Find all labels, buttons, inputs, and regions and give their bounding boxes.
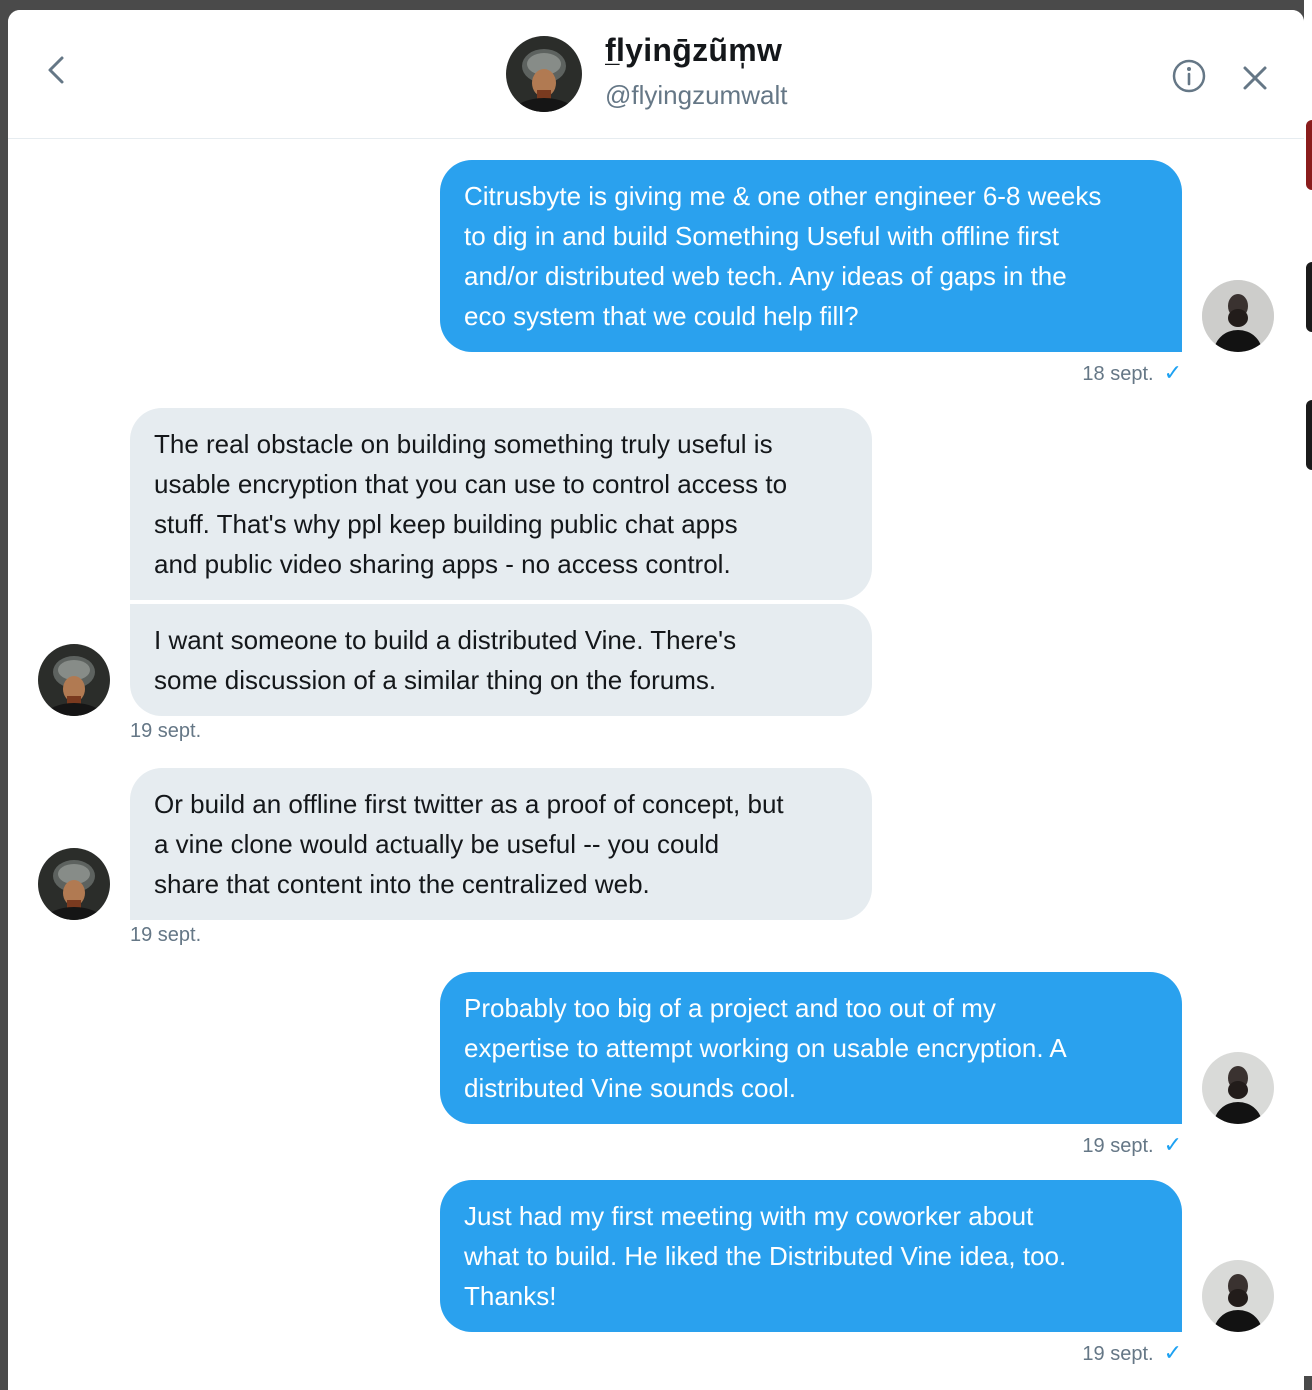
conversation-header: f̲lyinḡzũm̩w @flyingzumwalt (8, 10, 1304, 139)
own-avatar[interactable] (1202, 280, 1274, 352)
own-avatar[interactable] (1202, 1052, 1274, 1124)
timestamp-text: 19 sept. (130, 720, 202, 742)
message-timestamp: 19 sept. (130, 924, 201, 947)
contact-message-avatar[interactable] (38, 644, 110, 716)
timestamp-text: 18 sept. (1082, 363, 1154, 385)
message-timestamp: 18 sept. ✓ (1008, 360, 1182, 386)
message-bubble-incoming[interactable]: I want someone to build a distributed Vi… (130, 604, 872, 716)
message-timestamp: 19 sept. ✓ (1008, 1340, 1182, 1366)
info-icon (1172, 59, 1206, 93)
contact-handle[interactable]: @flyingzumwalt (605, 80, 787, 111)
close-icon (1243, 66, 1267, 90)
close-button[interactable] (1239, 62, 1271, 94)
check-icon: ✓ (1163, 1132, 1182, 1157)
own-avatar[interactable] (1202, 1260, 1274, 1332)
message-bubble-outgoing[interactable]: Probably too big of a project and too ou… (440, 972, 1182, 1124)
message-timestamp: 19 sept. ✓ (1008, 1132, 1182, 1158)
direct-message-dialog: f̲lyinḡzũm̩w @flyingzumwalt Citrusbyte… (8, 10, 1304, 1390)
back-button[interactable] (38, 50, 74, 90)
contact-message-avatar[interactable] (38, 848, 110, 920)
contact-avatar[interactable] (506, 36, 582, 112)
contact-display-name[interactable]: f̲lyinḡzũm̩w (605, 32, 811, 69)
conversation-info-button[interactable] (1171, 58, 1207, 94)
message-bubble-outgoing[interactable]: Just had my first meeting with my cowork… (440, 1180, 1182, 1332)
background-page-edge (1304, 0, 1312, 1376)
background-page-mark (1306, 120, 1312, 190)
message-timestamp: 19 sept. (130, 720, 201, 743)
check-icon: ✓ (1163, 1340, 1182, 1365)
message-bubble-incoming[interactable]: The real obstacle on building something … (130, 408, 872, 600)
background-page-mark (1306, 400, 1312, 470)
timestamp-text: 19 sept. (1082, 1343, 1154, 1365)
message-bubble-outgoing[interactable]: Citrusbyte is giving me & one other engi… (440, 160, 1182, 352)
timestamp-text: 19 sept. (130, 924, 202, 946)
timestamp-text: 19 sept. (1082, 1135, 1154, 1157)
message-bubble-incoming[interactable]: Or build an offline first twitter as a p… (130, 768, 872, 920)
chevron-left-icon (48, 56, 64, 84)
check-icon: ✓ (1163, 360, 1182, 385)
background-page-mark (1306, 262, 1312, 332)
